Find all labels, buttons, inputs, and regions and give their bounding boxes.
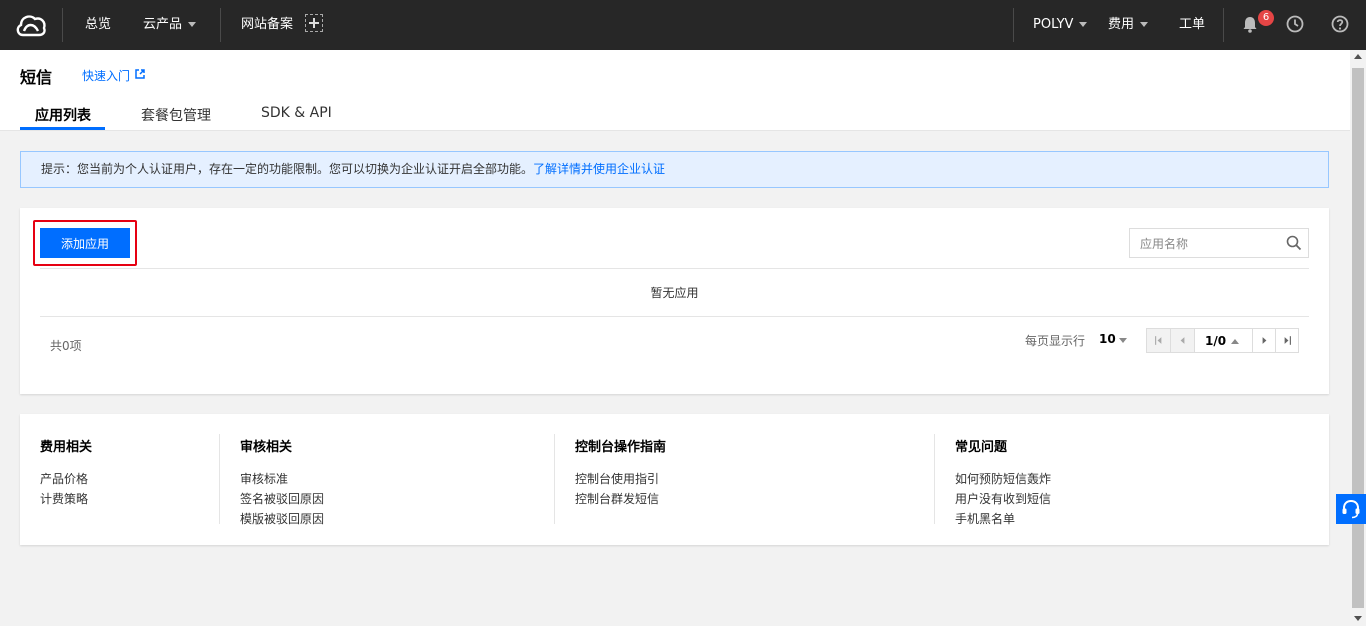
clock-icon[interactable]: [1285, 14, 1305, 34]
nav-ticket[interactable]: 工单: [1179, 0, 1205, 50]
app-list-card: 添加应用 暂无应用 共0项 每页显示行 10 1/0: [20, 208, 1329, 394]
nav-account-dropdown[interactable]: POLYV: [1033, 0, 1088, 50]
table-footer-divider: [40, 316, 1309, 317]
footer-column-title: 审核相关: [240, 440, 293, 455]
search-box: [1129, 228, 1309, 259]
headset-icon: [1342, 499, 1360, 519]
nav-overview[interactable]: 总览: [85, 0, 111, 50]
account-name: POLYV: [1033, 17, 1074, 32]
next-page-icon[interactable]: [1252, 329, 1276, 352]
footer-link[interactable]: 控制台群发短信: [575, 489, 666, 509]
nav-divider: [1013, 8, 1014, 42]
chevron-down-icon: [188, 22, 197, 27]
external-link-icon[interactable]: [135, 69, 145, 79]
notification-badge: 6: [1258, 10, 1274, 26]
chevron-down-icon: [1079, 22, 1088, 27]
nav-divider: [220, 8, 221, 42]
chevron-down-icon[interactable]: [1119, 338, 1127, 343]
top-navigation-bar: 总览 云产品 网站备案 POLYV 费用 工单 6: [0, 0, 1366, 50]
pagination: 1/0: [1146, 328, 1299, 353]
footer-column-review: 审核相关 审核标准 签名被驳回原因 模版被驳回原因: [240, 436, 324, 529]
customer-support-button[interactable]: [1336, 494, 1366, 524]
scroll-thumb[interactable]: [1352, 68, 1364, 608]
footer-link[interactable]: 如何预防短信轰炸: [955, 469, 1051, 489]
nav-products-label: 云产品: [143, 17, 183, 32]
billing-label: 费用: [1108, 17, 1135, 32]
footer-link[interactable]: 手机黑名单: [955, 509, 1051, 529]
footer-link[interactable]: 模版被驳回原因: [240, 509, 324, 529]
help-links-card: 费用相关 产品价格 计费策略 审核相关 审核标准 签名被驳回原因 模版被驳回原因…: [20, 414, 1329, 545]
nav-divider: [62, 8, 63, 42]
empty-state-text: 暂无应用: [650, 286, 699, 300]
footer-link[interactable]: 产品价格: [40, 469, 92, 489]
notice-banner: 提示：您当前为个人认证用户，存在一定的功能限制。您可以切换为企业认证开启全部功能…: [20, 151, 1329, 188]
scroll-up-icon[interactable]: [1354, 54, 1362, 59]
nav-divider: [1223, 8, 1224, 42]
footer-link[interactable]: 用户没有收到短信: [955, 489, 1051, 509]
chevron-down-icon: [1140, 22, 1149, 27]
search-icon[interactable]: [1286, 235, 1302, 251]
footer-column-title: 常见问题: [955, 440, 1008, 455]
bell-icon[interactable]: [1240, 14, 1260, 34]
footer-link[interactable]: 控制台使用指引: [575, 469, 666, 489]
add-app-button[interactable]: 添加应用: [40, 228, 130, 258]
enterprise-auth-link[interactable]: 了解详情并使用企业认证: [533, 162, 665, 176]
footer-column-console-guide: 控制台操作指南 控制台使用指引 控制台群发短信: [575, 436, 666, 509]
footer-divider: [554, 434, 555, 524]
chevron-up-icon[interactable]: [1231, 339, 1239, 344]
page-title: 短信: [20, 68, 53, 87]
per-page-select[interactable]: 10: [1099, 332, 1116, 346]
tab-package-management[interactable]: 套餐包管理: [141, 105, 211, 130]
table-header-divider: [40, 268, 1309, 269]
page-header: 短信 快速入门 应用列表 套餐包管理 SDK & API: [0, 50, 1350, 131]
prev-page-icon[interactable]: [1171, 329, 1195, 352]
page-indicator[interactable]: 1/0: [1205, 334, 1226, 348]
footer-link[interactable]: 签名被驳回原因: [240, 489, 324, 509]
tab-sdk-api[interactable]: SDK & API: [261, 105, 332, 130]
footer-divider: [934, 434, 935, 524]
nav-billing-dropdown[interactable]: 费用: [1108, 0, 1149, 50]
footer-column-title: 控制台操作指南: [575, 440, 667, 455]
cloud-logo-icon[interactable]: [14, 11, 48, 39]
per-page-label: 每页显示行: [1025, 334, 1086, 348]
footer-link[interactable]: 计费策略: [40, 489, 92, 509]
active-tab-indicator: [20, 127, 105, 130]
footer-column-title: 费用相关: [40, 440, 93, 455]
last-page-icon[interactable]: [1275, 329, 1299, 352]
nav-icp[interactable]: 网站备案: [241, 0, 293, 50]
search-input[interactable]: [1130, 229, 1292, 259]
nav-products-dropdown[interactable]: 云产品: [143, 0, 197, 50]
help-icon[interactable]: [1330, 14, 1350, 34]
scroll-down-icon[interactable]: [1354, 616, 1362, 621]
footer-link[interactable]: 审核标准: [240, 469, 324, 489]
page-scrollbar[interactable]: [1350, 50, 1366, 626]
quick-start-link[interactable]: 快速入门: [82, 67, 130, 84]
footer-column-billing: 费用相关 产品价格 计费策略: [40, 436, 92, 509]
add-shortcut-icon[interactable]: [305, 14, 323, 32]
footer-column-faq: 常见问题 如何预防短信轰炸 用户没有收到短信 手机黑名单: [955, 436, 1051, 529]
first-page-icon[interactable]: [1147, 329, 1171, 352]
footer-divider: [219, 434, 220, 524]
total-count: 共0项: [50, 339, 82, 353]
notice-text: 提示：您当前为个人认证用户，存在一定的功能限制。您可以切换为企业认证开启全部功能…: [41, 162, 534, 176]
